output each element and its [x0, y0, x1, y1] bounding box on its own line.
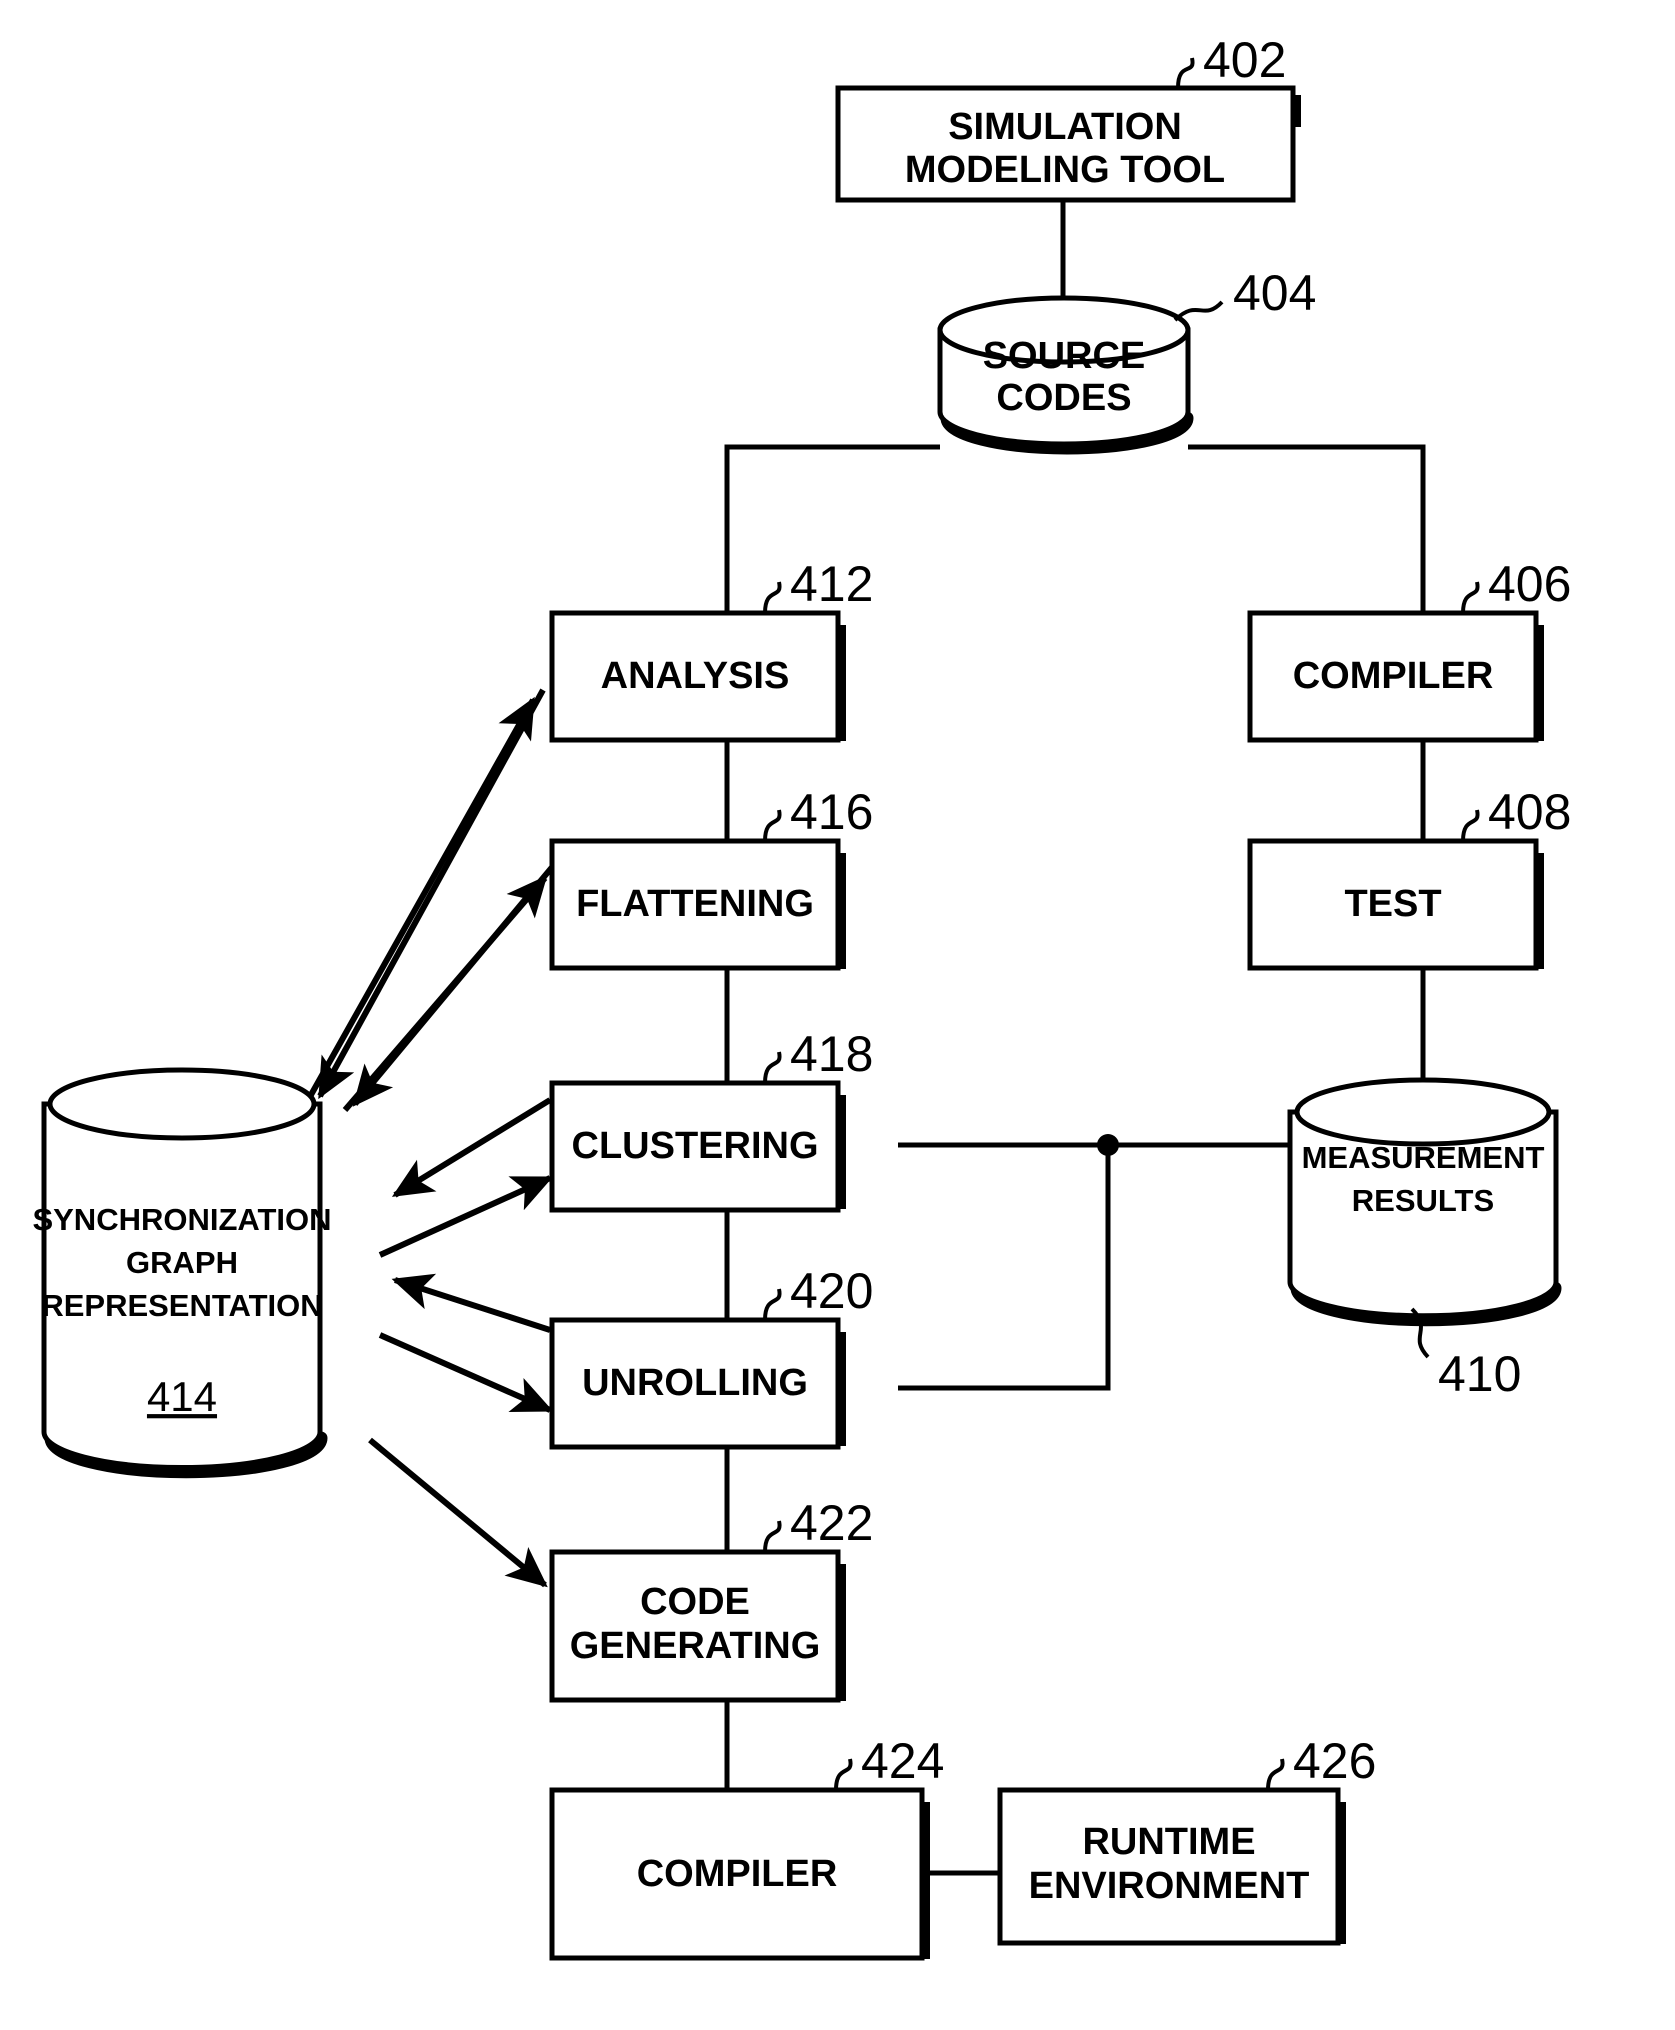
connector-source-to-compiler: [1188, 444, 1426, 613]
arrow-sgr-to-unrolling: [378, 1332, 554, 1413]
arrow-sgr-to-codegen: [368, 1437, 548, 1588]
ref-number: 424: [861, 1733, 944, 1789]
node-label: GENERATING: [570, 1625, 821, 1667]
arrow-clustering-to-sgr: [391, 1097, 552, 1198]
node-flattening[interactable]: FLATTENING: [549, 838, 846, 971]
node-sync-graph-representation[interactable]: SYNCHRONIZATION GRAPH REPRESENTATION 414: [32, 1067, 332, 1479]
ref-number: 426: [1293, 1733, 1376, 1789]
ref-number: 402: [1203, 32, 1286, 88]
junction-dot: [1097, 1134, 1119, 1156]
figure-canvas: SIMULATION MODELING TOOL 402 SOURCE CODE…: [32, 32, 1571, 1961]
node-runtime-environment[interactable]: RUNTIME ENVIRONMENT: [997, 1787, 1346, 1946]
connector-measurement-to-unrolling: [898, 1145, 1111, 1391]
node-label: CODE: [640, 1581, 750, 1623]
node-compiler-bottom[interactable]: COMPILER: [549, 1787, 930, 1961]
ref-leader-426: 426: [1266, 1733, 1376, 1791]
node-label: SIMULATION: [948, 106, 1182, 148]
node-label: RESULTS: [1352, 1183, 1494, 1218]
node-analysis[interactable]: ANALYSIS: [549, 610, 846, 743]
patent-figure-diagram: SIMULATION MODELING TOOL 402 SOURCE CODE…: [0, 0, 1675, 2030]
ref-number: 422: [790, 1495, 873, 1551]
arrow-analysis-to-sgr: [317, 688, 546, 1100]
node-label: GRAPH: [126, 1245, 238, 1280]
ref-leader-420: 420: [763, 1263, 873, 1321]
ref-leader-424: 424: [834, 1733, 944, 1791]
node-source-codes[interactable]: SOURCE CODES: [937, 295, 1194, 455]
ref-leader-402: 402: [1176, 32, 1286, 88]
node-label: COMPILER: [1293, 655, 1494, 697]
node-label: COMPILER: [637, 1853, 838, 1895]
arrow-sgr-to-analysis: [304, 696, 536, 1104]
node-measurement-results[interactable]: MEASUREMENT RESULTS: [1287, 1077, 1562, 1327]
node-compiler-right[interactable]: COMPILER: [1247, 610, 1544, 743]
ref-leader-422: 422: [763, 1495, 873, 1553]
node-label: SYNCHRONIZATION: [32, 1202, 331, 1237]
node-label: MEASUREMENT: [1302, 1140, 1545, 1175]
ref-leader-404: 404: [1173, 265, 1316, 322]
ref-number: 416: [790, 784, 873, 840]
arrow-unrolling-to-sgr: [391, 1273, 551, 1333]
ref-number: 406: [1488, 556, 1571, 612]
node-unrolling[interactable]: UNROLLING: [549, 1317, 846, 1450]
ref-number: 420: [790, 1263, 873, 1319]
node-clustering[interactable]: CLUSTERING: [549, 1080, 846, 1213]
node-label: MODELING TOOL: [905, 149, 1225, 191]
node-label: REPRESENTATION: [41, 1288, 322, 1323]
ref-leader-406: 406: [1461, 556, 1571, 614]
ref-number: 418: [790, 1026, 873, 1082]
node-test[interactable]: TEST: [1247, 838, 1544, 971]
ref-number: 410: [1438, 1346, 1521, 1402]
ref-number: 414: [147, 1373, 217, 1420]
node-label: UNROLLING: [582, 1362, 808, 1404]
ref-leader-412: 412: [763, 556, 873, 614]
node-label: FLATTENING: [576, 883, 814, 925]
ref-number: 408: [1488, 784, 1571, 840]
ref-leader-416: 416: [763, 784, 873, 842]
node-simulation-modeling-tool[interactable]: SIMULATION MODELING TOOL: [835, 85, 1301, 203]
ref-number: 412: [790, 556, 873, 612]
node-code-generating[interactable]: CODE GENERATING: [549, 1549, 846, 1703]
node-label: CODES: [996, 377, 1131, 419]
node-label: ENVIRONMENT: [1029, 1865, 1310, 1907]
node-label: TEST: [1344, 883, 1441, 925]
ref-leader-418: 418: [763, 1026, 873, 1084]
ref-number: 404: [1233, 265, 1316, 321]
node-label: ANALYSIS: [601, 655, 790, 697]
node-label: RUNTIME: [1082, 1821, 1255, 1863]
ref-leader-408: 408: [1461, 784, 1571, 842]
node-label: SOURCE: [983, 335, 1146, 377]
node-label: CLUSTERING: [572, 1125, 819, 1167]
